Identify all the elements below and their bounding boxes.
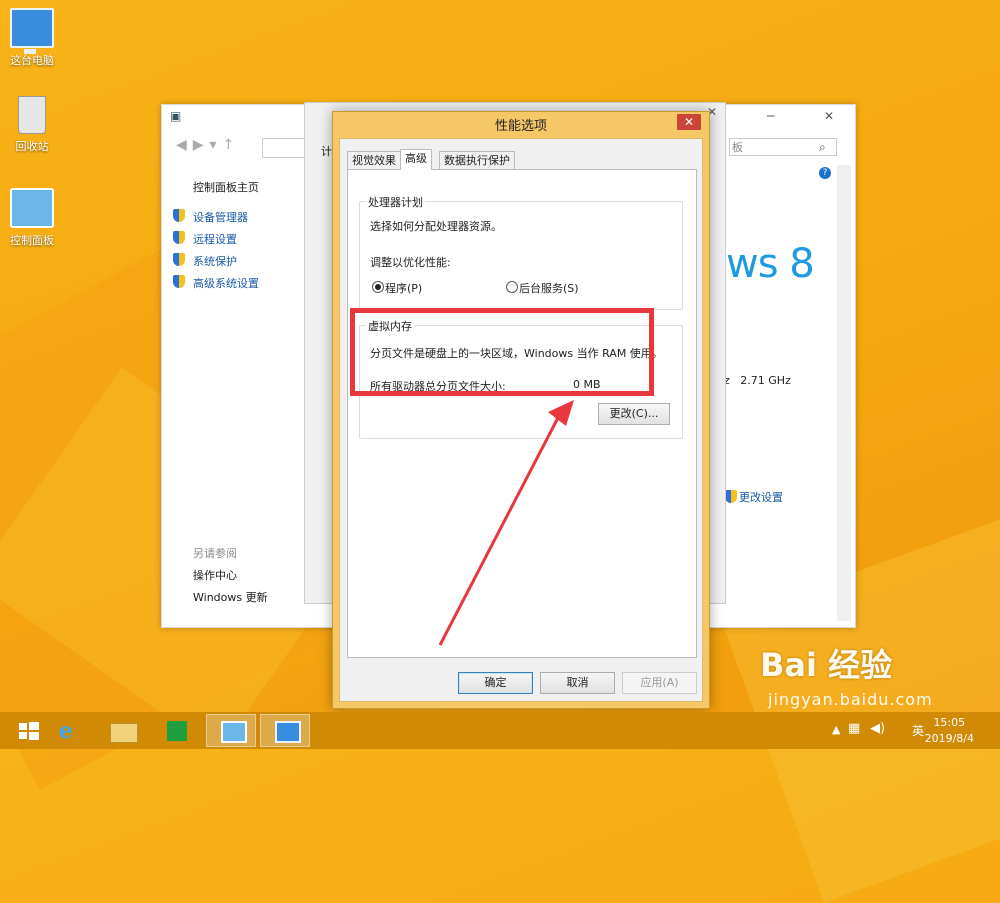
computer-icon: [275, 721, 301, 743]
input-language[interactable]: 英: [912, 722, 924, 759]
clock[interactable]: 15:05 2019/8/4: [925, 715, 974, 747]
control-panel-icon: [221, 721, 247, 743]
tray-up-arrow-icon[interactable]: ▲: [832, 723, 840, 760]
tab-advanced[interactable]: 高级: [400, 149, 432, 170]
clock-date: 2019/8/4: [924, 732, 974, 745]
baidu-watermark: Bai 经验: [760, 646, 893, 684]
annotation-arrow: [438, 400, 574, 646]
taskbar-ie[interactable]: e: [44, 714, 94, 747]
network-icon[interactable]: ▦: [848, 721, 860, 758]
ie-icon: e: [59, 718, 73, 744]
store-icon: [167, 721, 187, 741]
taskbar-system[interactable]: [260, 714, 310, 747]
taskbar-explorer[interactable]: [98, 714, 148, 747]
taskbar-control-panel[interactable]: [206, 714, 256, 747]
taskbar-store[interactable]: [152, 714, 202, 747]
taskbar: e ▲ ▦ ◀) 英 15:05 2019/8/4: [0, 712, 1000, 749]
volume-icon[interactable]: ◀): [870, 721, 885, 758]
clock-time: 15:05: [933, 716, 966, 729]
watermark-url: jingyan.baidu.com: [768, 690, 933, 709]
folder-icon: [110, 723, 138, 743]
